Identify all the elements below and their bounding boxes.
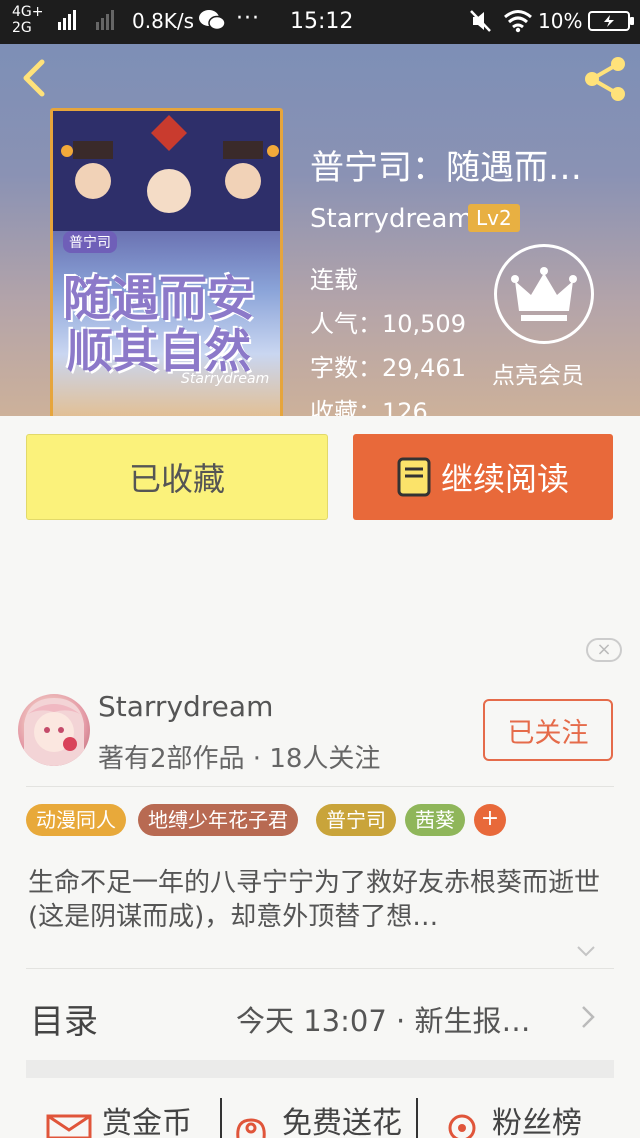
section-divider (26, 1060, 614, 1078)
book-author[interactable]: Starrydream (310, 204, 473, 234)
toc-latest-chapter[interactable]: 今天 13:07 · 新生报… (236, 998, 530, 1040)
level-badge: Lv2 (468, 204, 520, 232)
chevron-left-icon[interactable] (14, 56, 54, 100)
envelope-icon (46, 1114, 92, 1138)
battery-icon (588, 11, 634, 31)
book-word-count: 字数：29,461 (310, 354, 466, 382)
avatar[interactable] (18, 694, 90, 766)
chevron-down-icon[interactable] (576, 944, 596, 958)
continue-reading-label: 继续阅读 (440, 460, 569, 498)
reward-coins-button[interactable]: 赏金币 (102, 1098, 192, 1138)
cover-tag: 普宁司 (63, 231, 117, 253)
close-icon[interactable]: × (586, 638, 622, 662)
mute-icon (470, 10, 491, 32)
tag-item[interactable]: 茜葵 (405, 804, 465, 836)
cover-illustration (53, 111, 280, 231)
network-speed: 0.8K/s (132, 9, 195, 33)
book-collected: 收藏：126 (310, 398, 428, 416)
clock: 15:12 (290, 9, 354, 34)
book-title: 普宁司：随遇而… (310, 148, 582, 188)
book-header: 普宁司 随遇而安 顺其自然 Starrydream 普宁司：随遇而… Starr… (0, 44, 640, 416)
separator (220, 1098, 222, 1138)
wechat-icon (199, 10, 226, 31)
follow-button[interactable]: 已关注 (483, 699, 613, 761)
crown-icon (511, 267, 577, 321)
location-icon (448, 1114, 476, 1138)
tag-item[interactable]: 地缚少年花子君 (138, 804, 298, 836)
chevron-right-icon[interactable] (580, 1004, 596, 1030)
share-icon[interactable] (580, 54, 630, 104)
book-icon (397, 457, 431, 497)
divider (26, 968, 614, 969)
favorited-label: 已收藏 (128, 460, 225, 498)
author-name[interactable]: Starrydream (98, 690, 273, 723)
free-flower-button[interactable]: 免费送花 (282, 1098, 402, 1138)
flower-icon (236, 1118, 266, 1138)
synopsis[interactable]: 生命不足一年的八寻宁宁为了救好友赤根葵而逝世(这是阴谋而成)，却意外顶替了想… (28, 866, 612, 934)
fans-ranking-button[interactable]: 粉丝榜 (492, 1098, 582, 1138)
book-cover[interactable]: 普宁司 随遇而安 顺其自然 Starrydream (50, 108, 283, 416)
book-popularity: 人气：10,509 (310, 310, 466, 338)
continue-reading-button[interactable]: 继续阅读 (353, 434, 613, 520)
add-tag-button[interactable]: + (474, 804, 506, 836)
network-bottom-label: 2G (12, 20, 32, 36)
favorited-button[interactable]: 已收藏 (26, 434, 328, 520)
tag-item[interactable]: 普宁司 (316, 804, 396, 836)
separator (416, 1098, 418, 1138)
member-button[interactable] (494, 244, 594, 344)
author-meta: 著有2部作品 · 18人关注 (98, 744, 381, 774)
divider (26, 786, 614, 787)
battery-percent: 10% (538, 9, 583, 33)
network-type: 4G+ 2G (12, 4, 44, 36)
toc-label[interactable]: 目录 (30, 994, 98, 1043)
member-label[interactable]: 点亮会员 (492, 356, 584, 390)
signal-icon (58, 10, 114, 30)
cover-signature: Starrydream (181, 371, 270, 387)
book-status: 连载 (310, 266, 358, 294)
follow-label: 已关注 (507, 717, 589, 749)
network-top-label: 4G+ (12, 4, 44, 20)
more-notifications: ··· (236, 6, 260, 31)
tag-item[interactable]: 动漫同人 (26, 804, 126, 836)
wifi-icon (504, 10, 532, 33)
status-bar: 4G+ 2G 0.8K/s ··· 15:12 10% (0, 0, 640, 44)
